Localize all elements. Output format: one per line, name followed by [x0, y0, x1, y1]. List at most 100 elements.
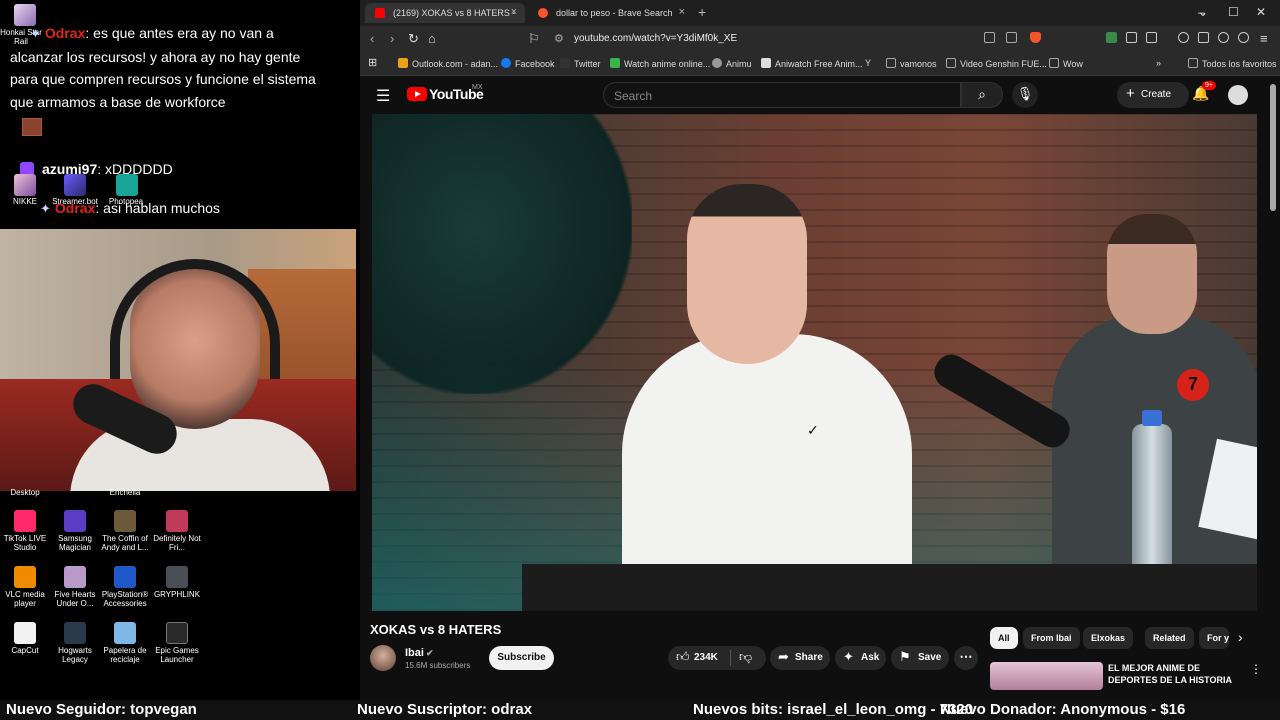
chat-text: : asi hablan muchos	[95, 200, 220, 216]
microphone-icon: 🎙	[1016, 86, 1034, 101]
desktop-label: Desktop	[10, 488, 40, 497]
hamburger-menu-icon[interactable]: ☰	[376, 86, 390, 106]
close-icon[interactable]: ×	[679, 6, 685, 18]
close-icon[interactable]: ×	[511, 6, 517, 18]
chat-message-3: ✦ Odrax: asi hablan muchos	[40, 197, 220, 221]
recommended-title[interactable]: EL MEJOR ANIME DE DEPORTES DE LA HISTORI…	[1108, 662, 1248, 686]
bookmark-facebook[interactable]: Facebook	[501, 58, 555, 69]
share-button[interactable]: ➦ Share	[770, 646, 830, 670]
tab-youtube[interactable]: (2169) XOKAS vs 8 HATERS - ×	[365, 3, 525, 23]
epic-games-shortcut[interactable]: Epic Games Launcher	[152, 622, 202, 664]
chip-for-you[interactable]: For yo	[1199, 627, 1229, 649]
minimize-button-icon[interactable]: –	[1198, 5, 1205, 19]
five-hearts-shortcut[interactable]: Five Hearts Under O...	[50, 566, 100, 608]
account-avatar[interactable]	[1228, 85, 1248, 105]
more-horizontal-icon: ⋯	[959, 649, 973, 664]
back-icon[interactable]: ‹	[370, 31, 374, 46]
recommended-video[interactable]: EL MEJOR ANIME DE DEPORTES DE LA HISTORI…	[990, 660, 1270, 690]
vpn-icon[interactable]	[1238, 32, 1249, 43]
vlc-shortcut[interactable]: VLC media player	[0, 566, 50, 608]
more-actions-button[interactable]: ⋯	[954, 646, 978, 670]
chip-elxokas[interactable]: Elxokas	[1083, 627, 1134, 649]
bookmark-folder-all[interactable]: Todos los favoritos	[1188, 58, 1277, 69]
bookmark-watch-anime[interactable]: Watch anime online...	[610, 58, 710, 69]
bookmark-aniwatch[interactable]: Aniwatch Free Anim...	[761, 58, 863, 69]
bookmark-outlook[interactable]: Outlook.com - adan...	[398, 58, 498, 69]
anime-site-icon	[610, 58, 620, 68]
home-icon[interactable]: ⌂	[428, 31, 436, 46]
tab-brave-search[interactable]: dollar to peso - Brave Search ×	[528, 3, 693, 23]
search-input[interactable]: Search	[603, 82, 961, 108]
wallet-icon[interactable]	[1198, 32, 1209, 43]
recommended-thumbnail[interactable]	[990, 662, 1103, 690]
new-tab-icon[interactable]: +	[698, 4, 706, 20]
shortcut-label: Five Hearts Under O...	[54, 590, 96, 608]
bookmark-twitter[interactable]: Twitter	[560, 58, 601, 69]
bookmark-save-icon: ⚑	[899, 649, 911, 664]
aniwatch-icon	[761, 58, 771, 68]
like-count[interactable]: 234K	[694, 652, 718, 663]
definitely-not-fried-shortcut[interactable]: Definitely Not Fri...	[152, 510, 202, 552]
bookmark-folder-wow[interactable]: Wow	[1049, 58, 1083, 69]
recycle-bin-shortcut[interactable]: Papelera de reciclaje	[100, 622, 150, 664]
bookmark-label: Watch anime online...	[624, 59, 711, 69]
more-vertical-icon[interactable]: ⋮	[1250, 662, 1262, 676]
maximize-icon[interactable]: ☐	[1228, 5, 1239, 19]
youtube-header: ☰ YouTube MX Search ⌕ 🎙 + Create 🔔 9+	[360, 76, 1280, 114]
ask-button[interactable]: ✦ Ask	[835, 646, 886, 670]
bookmark-icon[interactable]: ⚐	[528, 31, 540, 47]
thumbs-up-icon[interactable]: 👍︎	[676, 649, 690, 665]
bookmark-folder-vamonos[interactable]: vamonos	[886, 58, 937, 69]
chip-related[interactable]: Related	[1145, 627, 1194, 649]
bookmark-animu[interactable]: Animu	[712, 58, 752, 69]
tiktok-live-studio-shortcut[interactable]: TikTok LIVE Studio	[0, 510, 50, 552]
region-code: MX	[472, 84, 483, 91]
bookmark-folder-genshin[interactable]: Video Genshin FUE...	[946, 58, 1047, 69]
chip-all[interactable]: All	[990, 627, 1018, 649]
bookmark-y-icon[interactable]: Y	[865, 58, 871, 68]
coffin-of-andy-shortcut[interactable]: The Coffin of Andy and L...	[100, 510, 150, 552]
playstation-accessories-shortcut[interactable]: PlayStation® Accessories	[100, 566, 150, 608]
sidebar-icon[interactable]	[1146, 32, 1157, 43]
shortcut-label: Papelera de reciclaje	[103, 646, 147, 664]
reload-icon[interactable]: ↻	[408, 31, 419, 47]
game-icon	[166, 510, 188, 532]
extension-icon[interactable]	[1106, 32, 1117, 43]
leo-ai-icon[interactable]	[1218, 32, 1229, 43]
music-icon[interactable]	[1178, 32, 1189, 43]
hogwarts-legacy-shortcut[interactable]: Hogwarts Legacy	[50, 622, 100, 664]
apps-grid-icon[interactable]: ⊞	[368, 56, 377, 69]
menu-icon[interactable]: ≡	[1260, 31, 1268, 46]
channel-name[interactable]: Ibai ✔	[405, 647, 434, 659]
ask-label: Ask	[861, 652, 880, 663]
samsung-magician-icon	[64, 510, 86, 532]
bookmark-label: vamonos	[900, 59, 937, 69]
create-button[interactable]: + Create	[1117, 82, 1189, 108]
voice-search-button[interactable]: 🎙	[1012, 82, 1038, 108]
brave-shields-icon[interactable]	[1030, 32, 1041, 43]
youtube-logo-icon[interactable]	[407, 87, 427, 101]
gryphlink-shortcut[interactable]: GRYPHLINK	[152, 566, 202, 599]
subscribe-button[interactable]: Subscribe	[489, 646, 554, 670]
chevron-right-icon[interactable]: ›	[1238, 629, 1243, 645]
tab-title: dollar to peso - Brave Search	[556, 8, 673, 18]
close-window-icon[interactable]: ✕	[1256, 5, 1266, 19]
capcut-shortcut[interactable]: CapCut	[0, 622, 50, 655]
channel-avatar[interactable]	[370, 645, 396, 671]
playstation-icon	[114, 566, 136, 588]
samsung-magician-shortcut[interactable]: Samsung Magician	[50, 510, 100, 552]
chip-from-ibai[interactable]: From Ibai	[1023, 627, 1080, 649]
puzzle-extensions-icon[interactable]	[1126, 32, 1137, 43]
site-settings-icon[interactable]: ⚙	[554, 32, 564, 45]
bookmarks-overflow-icon[interactable]: »	[1156, 58, 1161, 68]
video-player[interactable]: 7 ✓	[372, 114, 1257, 611]
thumbs-down-icon[interactable]: 👎︎	[739, 649, 752, 665]
forward-icon[interactable]: ›	[390, 31, 394, 46]
save-button[interactable]: ⚑ Save	[891, 646, 949, 670]
url-field[interactable]: ⚙ youtube.com/watch?v=Y3diMf0k_XE	[546, 29, 1046, 49]
cast-icon[interactable]	[984, 32, 995, 43]
number-tag: 7	[1177, 369, 1209, 401]
page-scrollbar[interactable]	[1270, 84, 1276, 211]
search-button[interactable]: ⌕	[961, 82, 1003, 108]
share-page-icon[interactable]	[1006, 32, 1017, 43]
